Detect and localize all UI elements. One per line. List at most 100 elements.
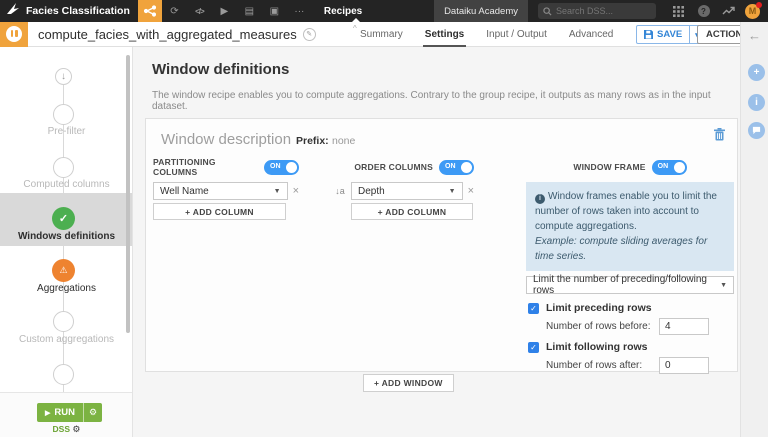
add-rail-button[interactable]: + bbox=[748, 64, 765, 81]
order-toggle[interactable]: ON bbox=[439, 160, 474, 175]
recipe-header: compute_facies_with_aggregated_measures … bbox=[0, 22, 768, 47]
info-rail-button[interactable]: i bbox=[748, 94, 765, 111]
window-recipe-icon bbox=[0, 22, 28, 47]
order-columns-section: ORDER COLUMNS ON ↓a Depth ▼ × + ADD COLU… bbox=[334, 159, 474, 220]
lab-icon[interactable]: ⟳ bbox=[162, 0, 187, 22]
partitioning-columns-section: PARTITIONING COLUMNS ON Well Name ▼ × + … bbox=[153, 159, 299, 220]
remove-partitioning-column-icon[interactable]: × bbox=[293, 186, 299, 197]
chevron-down-icon: ▼ bbox=[449, 188, 456, 195]
partitioning-toggle[interactable]: ON bbox=[264, 160, 299, 175]
page-description: The window recipe enables you to compute… bbox=[152, 90, 732, 112]
engine-indicator[interactable]: DSS ⚙ bbox=[0, 424, 133, 435]
avatar[interactable]: M bbox=[745, 4, 760, 19]
flow-icon[interactable] bbox=[138, 0, 162, 22]
save-icon bbox=[644, 30, 653, 39]
tab-advanced[interactable]: Advanced bbox=[569, 22, 613, 47]
info-example: Example: compute sliding averages for ti… bbox=[535, 234, 725, 264]
main-content: Window definitions The window recipe ena… bbox=[134, 47, 740, 437]
chevron-down-icon: ▼ bbox=[274, 188, 281, 195]
notification-dot bbox=[756, 2, 762, 8]
step-circle-pre-filter[interactable] bbox=[53, 104, 74, 125]
tab-summary[interactable]: Summary bbox=[360, 22, 403, 47]
limit-preceding-checkbox[interactable]: ✓ bbox=[528, 303, 539, 314]
sidebar-footer: ▶RUN ⚙ DSS ⚙ bbox=[0, 392, 133, 437]
rows-after-input[interactable] bbox=[659, 357, 709, 374]
apps-grid-icon[interactable] bbox=[666, 0, 691, 22]
more-icon[interactable]: ··· bbox=[287, 0, 312, 22]
rows-after-label: Number of rows after: bbox=[546, 360, 656, 371]
dataiku-logo-icon[interactable] bbox=[0, 2, 26, 20]
step-label-aggregations[interactable]: Aggregations bbox=[0, 283, 133, 294]
tab-input-output[interactable]: Input / Output bbox=[486, 22, 547, 47]
frame-mode-select[interactable]: Limit the number of preceding/following … bbox=[526, 276, 734, 294]
add-window-button[interactable]: + ADD WINDOW bbox=[363, 374, 454, 392]
input-node-icon: ↓ bbox=[55, 68, 72, 85]
partitioning-columns-label: PARTITIONING COLUMNS bbox=[153, 157, 258, 177]
dss-window-recipe-page: Facies Classification ⟳ </> ▶ ▤ ▣ ··· Re… bbox=[0, 0, 768, 437]
recipe-tabs: Summary Settings Input / Output Advanced… bbox=[360, 22, 666, 47]
step-label-computed-columns[interactable]: Computed columns bbox=[0, 179, 133, 190]
notebook-icon[interactable]: ▣ bbox=[262, 0, 287, 22]
catalog-icon[interactable]: ▤ bbox=[237, 0, 262, 22]
search-box[interactable] bbox=[538, 3, 656, 19]
active-section-notch bbox=[352, 18, 360, 22]
remove-order-column-icon[interactable]: × bbox=[468, 186, 474, 197]
warning-icon: ⚠ bbox=[59, 265, 67, 276]
recipe-steps-sidebar: ↓ Pre-filter Computed columns ✓ Windows … bbox=[0, 47, 133, 437]
back-arrow-icon[interactable]: ← bbox=[748, 28, 761, 43]
page-title: Window definitions bbox=[152, 61, 289, 78]
order-column-select[interactable]: Depth ▼ bbox=[351, 182, 463, 200]
step-circle-computed-columns[interactable] bbox=[53, 157, 74, 178]
limit-preceding-label: Limit preceding rows bbox=[546, 302, 652, 314]
tab-settings[interactable]: Settings bbox=[425, 22, 464, 47]
save-button[interactable]: SAVE bbox=[637, 29, 689, 40]
step-circle-windows-definitions[interactable]: ✓ bbox=[52, 207, 75, 230]
chevron-down-icon: ▼ bbox=[720, 282, 727, 289]
info-icon: i bbox=[535, 194, 545, 204]
right-rail: ← + i bbox=[740, 22, 768, 437]
panel-title: Window description bbox=[161, 131, 291, 148]
search-input[interactable] bbox=[556, 6, 651, 16]
step-label-pre-filter[interactable]: Pre-filter bbox=[0, 126, 133, 137]
code-icon[interactable]: </> bbox=[187, 0, 212, 22]
partitioning-column-select[interactable]: Well Name ▼ bbox=[153, 182, 288, 200]
chat-rail-button[interactable] bbox=[748, 122, 765, 139]
step-label-custom-aggregations[interactable]: Custom aggregations bbox=[0, 334, 133, 345]
nav-section-recipes[interactable]: Recipes bbox=[324, 6, 362, 17]
step-circle-next[interactable] bbox=[53, 364, 74, 385]
engine-gears-icon: ⚙ bbox=[72, 424, 80, 434]
window-frame-toggle[interactable]: ON bbox=[652, 160, 687, 175]
limit-following-checkbox[interactable]: ✓ bbox=[528, 342, 539, 353]
step-label-windows-definitions[interactable]: Windows definitions bbox=[0, 231, 133, 242]
run-settings-gear-icon[interactable]: ⚙ bbox=[83, 403, 102, 422]
order-columns-label: ORDER COLUMNS bbox=[354, 162, 433, 172]
play-icon: ▶ bbox=[45, 409, 50, 417]
step-circle-aggregations[interactable]: ⚠ bbox=[52, 259, 75, 282]
rows-before-label: Number of rows before: bbox=[546, 321, 656, 332]
chat-bubble-icon bbox=[752, 126, 761, 135]
dataiku-academy-button[interactable]: Dataiku Academy bbox=[434, 0, 528, 22]
prefix-label: Prefix: bbox=[296, 135, 329, 147]
edit-icon[interactable]: ✎ bbox=[303, 28, 316, 41]
run-button[interactable]: ▶RUN ⚙ bbox=[37, 403, 102, 422]
save-split-button: SAVE ▾ bbox=[636, 25, 705, 44]
jobs-icon[interactable]: ▶ bbox=[212, 0, 237, 22]
limit-following-label: Limit following rows bbox=[546, 341, 648, 353]
project-name[interactable]: Facies Classification bbox=[26, 5, 130, 17]
sort-ascending-icon[interactable]: ↓a bbox=[334, 186, 346, 196]
add-order-column-button[interactable]: + ADD COLUMN bbox=[351, 203, 473, 220]
rows-before-input[interactable] bbox=[659, 318, 709, 335]
search-icon bbox=[543, 7, 552, 16]
help-icon[interactable]: ? bbox=[691, 0, 716, 22]
avatar-initial: M bbox=[749, 6, 757, 16]
step-circle-custom-aggregations[interactable] bbox=[53, 311, 74, 332]
info-text: Window frames enable you to limit the nu… bbox=[535, 191, 717, 232]
window-description-panel: Window description Prefix: none PARTITIO… bbox=[145, 118, 738, 372]
collapse-header-caret[interactable]: ^ bbox=[353, 24, 357, 33]
prefix-value[interactable]: none bbox=[332, 135, 355, 147]
top-navbar: Facies Classification ⟳ </> ▶ ▤ ▣ ··· Re… bbox=[0, 0, 768, 22]
add-partitioning-column-button[interactable]: + ADD COLUMN bbox=[153, 203, 286, 220]
trend-icon[interactable] bbox=[716, 0, 741, 22]
delete-window-trash-icon[interactable] bbox=[714, 128, 725, 146]
window-frame-label: WINDOW FRAME bbox=[573, 162, 645, 172]
